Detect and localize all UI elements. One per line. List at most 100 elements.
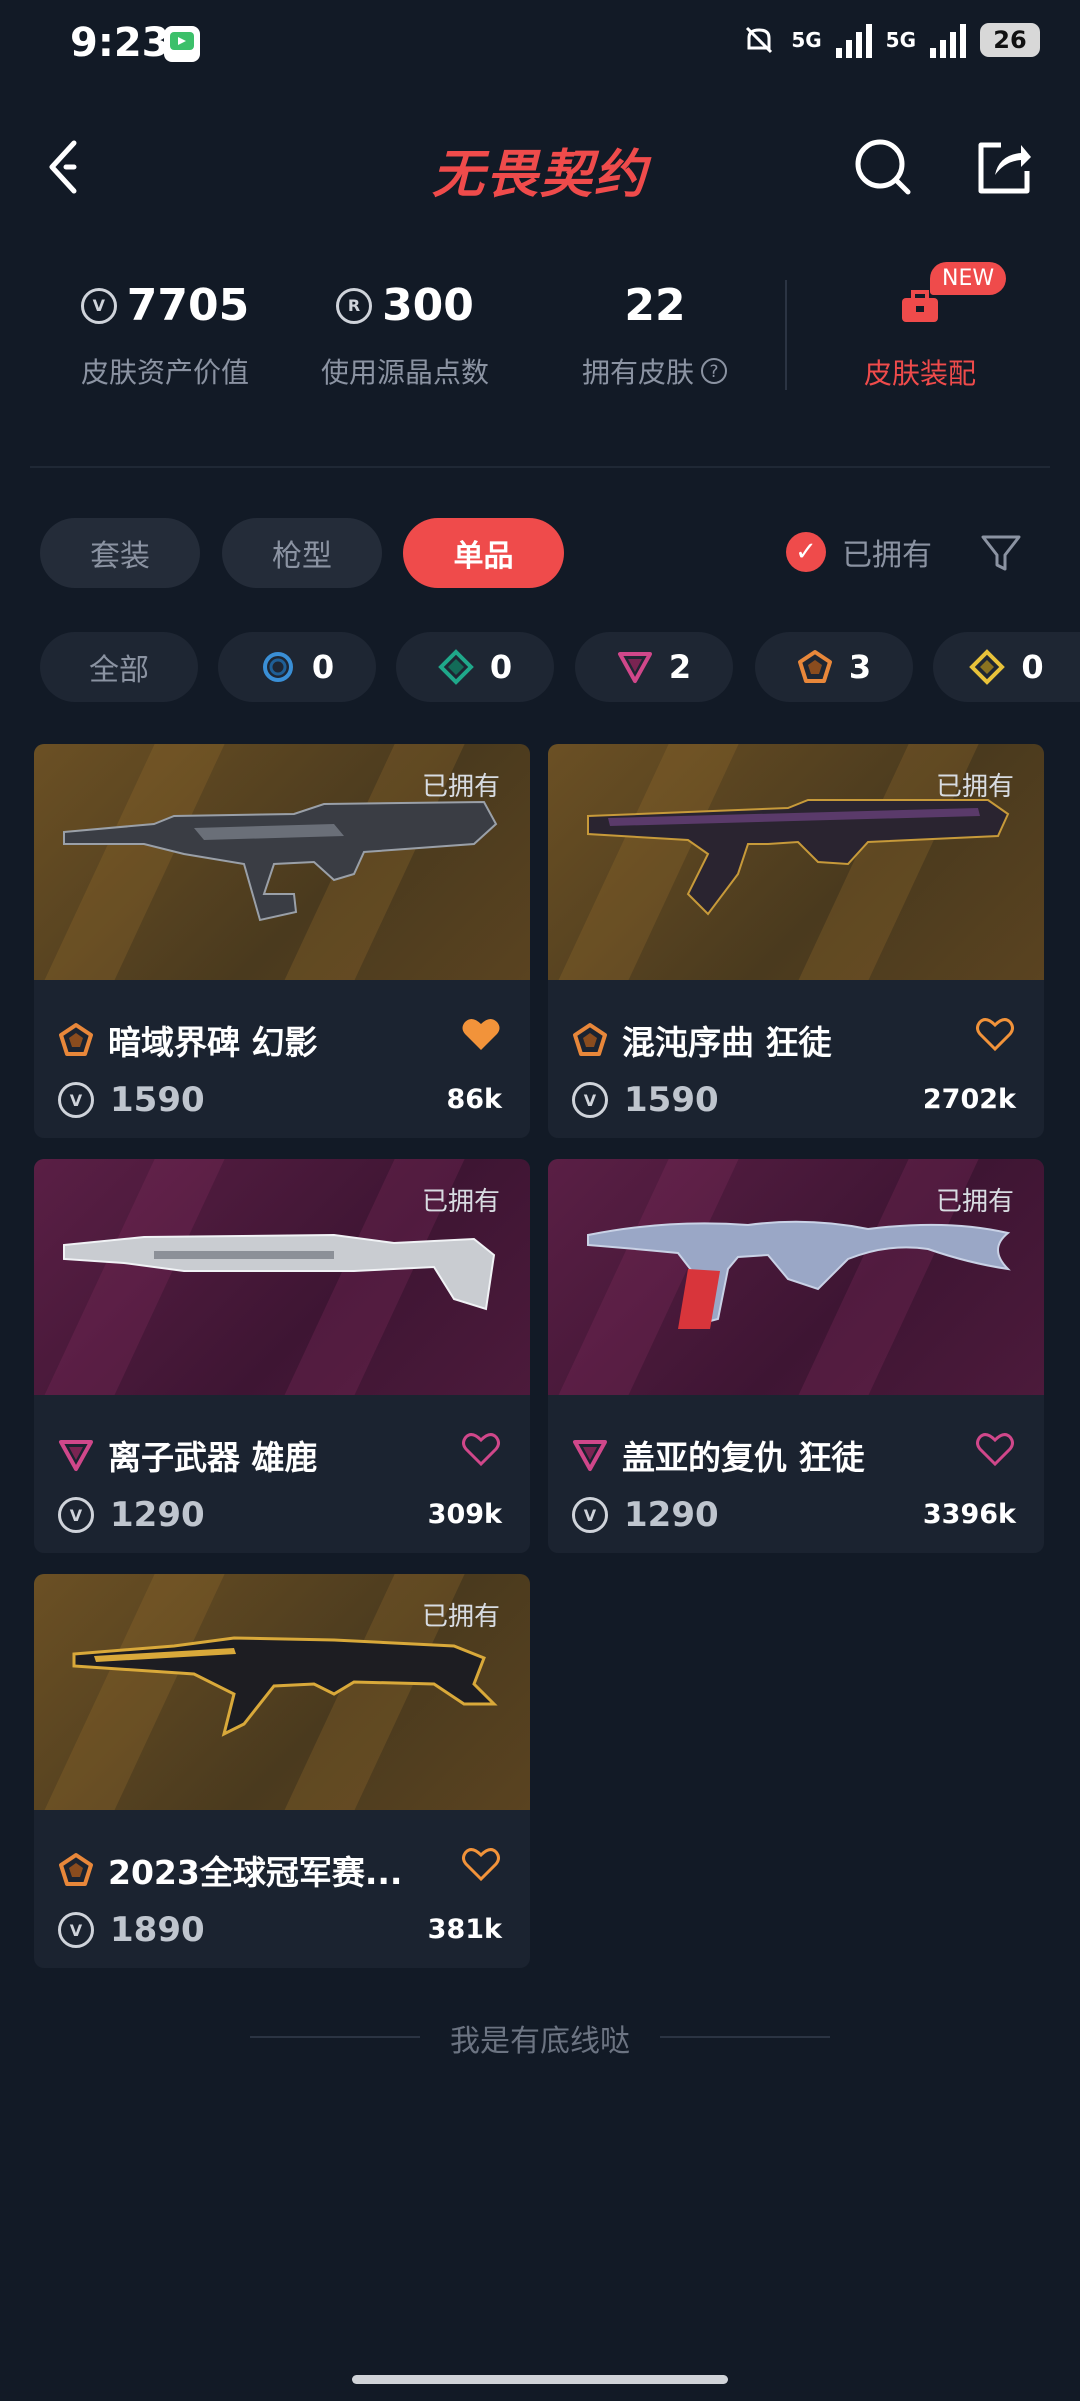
rarity-chip-select[interactable]: 0 [218,632,376,702]
skin-name: 2023全球冠军赛... [108,1853,403,1892]
skin-thumbnail: 已拥有 [548,744,1044,980]
skin-price: 1290 [110,1495,205,1535]
section-divider [30,466,1050,468]
skin-thumbnail: 已拥有 [548,1159,1044,1395]
premium-tier-icon [59,1440,93,1471]
like-button[interactable] [460,1014,502,1058]
stat-value: 22 [624,280,686,331]
like-button[interactable] [460,1844,502,1888]
search-button[interactable] [848,132,918,202]
stat-asset-value: V 7705 皮肤资产价值 [50,280,280,391]
heart-outline-icon [976,1433,1014,1467]
end-of-list-text: 我是有底线哒 [450,2024,630,2059]
skin-card[interactable]: 已拥有 混沌序曲 狂徒 V 1590 2702k [548,744,1044,1138]
rarity-count: 0 [311,648,335,686]
signal-type-1: 5G [791,28,822,52]
vp-coin-icon: V [572,1082,608,1118]
tab-set[interactable]: 套装 [40,518,200,588]
filter-button[interactable] [966,518,1036,588]
page-title-logo: 无畏契约 [431,145,648,205]
rarity-count: 0 [1021,648,1044,686]
radianite-coin-icon: R [336,287,373,324]
exclusive-tier-icon [573,1023,607,1056]
status-time: 9:23 [70,20,170,66]
heart-outline-icon [462,1848,500,1882]
owned-tag: 已拥有 [421,1187,500,1217]
rarity-chip-ultra[interactable]: 0 [933,632,1080,702]
equip-label: 皮肤装配 [863,357,976,390]
skin-card[interactable]: 已拥有 盖亚的复仇 狂徒 V 1290 3396k [548,1159,1044,1553]
like-count: 86k [446,1084,502,1115]
skin-thumbnail: 已拥有 [34,744,530,980]
stat-owned-skins: 22 拥有皮肤 ? [540,280,770,391]
vp-coin-icon: V [58,1082,94,1118]
skin-card[interactable]: 已拥有 2023全球冠军赛... V 1890 381k [34,1574,530,1968]
stat-label: 拥有皮肤 [581,356,694,389]
check-icon: ✓ [786,532,826,572]
heart-filled-icon [462,1018,500,1050]
status-bar: 9:23 5G 5G 26 [0,0,1080,100]
skin-equip-button[interactable]: 皮肤装配 [805,280,1035,392]
rarity-chip-exclusive[interactable]: 3 [755,632,913,702]
owned-filter-label: 已拥有 [842,538,932,573]
signal-bars-1-icon [835,22,872,58]
vp-coin-icon: V [58,1497,94,1533]
new-badge: NEW [930,262,1007,295]
vp-coin-icon: V [80,287,117,324]
home-indicator[interactable] [352,2375,728,2384]
mute-icon [746,26,773,54]
exclusive-tier-icon [797,650,832,683]
skin-card[interactable]: 已拥有 暗域界碑 幻影 V 1590 86k [34,744,530,1138]
search-icon [855,139,911,195]
vp-coin-icon: V [58,1912,94,1948]
signal-bars-2-icon [930,22,966,58]
share-button[interactable] [970,132,1040,202]
skin-card[interactable]: 已拥有 离子武器 雄鹿 V 1290 309k [34,1159,530,1553]
filter-icon [981,535,1021,571]
rarity-chip-all[interactable]: 全部 [40,632,198,702]
stat-value: 300 [382,280,474,331]
heart-outline-icon [462,1433,500,1467]
rarity-count: 2 [668,648,692,686]
rarity-chip-premium[interactable]: 2 [575,632,733,702]
signal-type-2: 5G [885,28,916,52]
app-notification-icon [164,26,200,62]
stat-label: 使用源晶点数 [320,356,489,389]
skin-thumbnail: 已拥有 [34,1159,530,1395]
help-icon[interactable]: ? [700,357,728,385]
like-count: 381k [427,1914,502,1945]
battery-icon: 26 [980,23,1040,57]
skin-name: 盖亚的复仇 狂徒 [622,1438,865,1477]
rarity-chip-deluxe[interactable]: 0 [396,632,554,702]
premium-tier-icon [617,652,652,683]
like-button[interactable] [460,1429,502,1473]
tab-weapon-type[interactable]: 枪型 [222,518,382,588]
skin-name: 混沌序曲 狂徒 [622,1023,832,1062]
rarity-count: 3 [848,648,872,686]
skin-name: 离子武器 雄鹿 [108,1438,318,1477]
tab-single-item[interactable]: 单品 [403,518,564,588]
exclusive-tier-icon [59,1853,93,1886]
skin-thumbnail: 已拥有 [34,1574,530,1810]
skin-price: 1590 [624,1080,719,1120]
like-button[interactable] [974,1014,1016,1058]
like-count: 2702k [922,1084,1016,1115]
rarity-count: 0 [489,648,513,686]
skin-price: 1590 [110,1080,205,1120]
ultra-tier-icon [969,649,1006,685]
like-count: 3396k [922,1499,1016,1530]
owned-tag: 已拥有 [935,1187,1014,1217]
skin-price: 1890 [110,1910,205,1950]
stat-label: 皮肤资产价值 [80,356,249,389]
deluxe-tier-icon [438,649,474,685]
svg-text:?: ? [709,362,718,382]
owned-filter-toggle[interactable]: ✓ 已拥有 [786,530,932,574]
skin-price: 1290 [624,1495,719,1535]
stat-value: 7705 [126,280,250,331]
stats-divider [785,280,787,390]
owned-tag: 已拥有 [421,772,500,802]
premium-tier-icon [573,1440,607,1471]
owned-tag: 已拥有 [935,772,1014,802]
like-button[interactable] [974,1429,1016,1473]
exclusive-tier-icon [59,1023,93,1056]
